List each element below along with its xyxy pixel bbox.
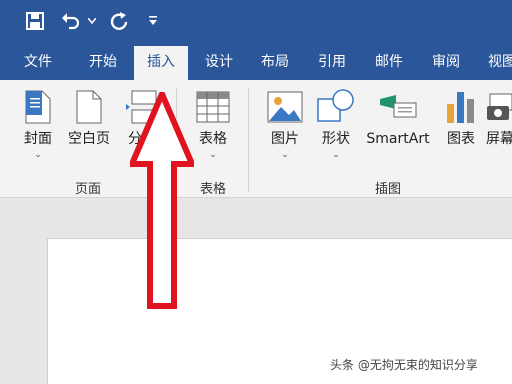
tab-layout[interactable]: 布局	[248, 44, 302, 80]
tab-design[interactable]: 设计	[192, 44, 246, 80]
picture-button[interactable]: 图片 ⌄	[264, 88, 306, 160]
redo-icon[interactable]	[106, 8, 132, 34]
blank-page-icon	[64, 88, 114, 126]
group-label-tables: 表格	[199, 182, 226, 197]
blank-page-button[interactable]: 空白页	[64, 88, 114, 148]
tab-review[interactable]: 审阅	[418, 44, 474, 80]
cover-button[interactable]: 封面 ⌄	[18, 88, 58, 160]
shapes-button[interactable]: 形状 ⌄	[314, 88, 358, 160]
ribbon-tabs: 文件 开始 插入 设计 布局 引用 邮件 审阅 视图	[0, 44, 512, 80]
camera-icon	[486, 88, 512, 126]
shapes-icon	[314, 88, 358, 126]
customize-toolbar-icon[interactable]	[146, 8, 160, 34]
blank-page-label: 空白页	[68, 131, 110, 147]
chevron-down-icon: ⌄	[281, 150, 289, 160]
chart-icon	[442, 88, 480, 126]
chart-label: 图表	[447, 131, 475, 147]
table-label: 表格	[199, 131, 227, 147]
chart-button[interactable]: 图表	[442, 88, 480, 148]
screenshot-label: 屏幕	[486, 131, 512, 147]
ribbon-panel: 封面 ⌄ 空白页 分页 页面 表格 ⌄ 表格 图片 ⌄ 形状	[0, 80, 512, 198]
smartart-icon	[364, 88, 432, 126]
tab-references[interactable]: 引用	[306, 44, 358, 80]
watermark-text: 头条 @无拘无束的知识分享	[330, 358, 478, 372]
cover-label: 封面	[24, 131, 52, 147]
tab-mailings[interactable]: 邮件	[362, 44, 416, 80]
chevron-down-icon: ⌄	[209, 150, 217, 160]
picture-label: 图片	[271, 131, 299, 147]
tab-home[interactable]: 开始	[74, 44, 132, 80]
table-icon	[192, 88, 234, 126]
red-arrow-annotation	[130, 92, 194, 309]
tab-file[interactable]: 文件	[10, 44, 66, 80]
chevron-down-icon: ⌄	[332, 150, 340, 160]
screenshot-button[interactable]: 屏幕	[486, 88, 512, 148]
tab-view[interactable]: 视图	[478, 44, 512, 80]
undo-icon[interactable]	[58, 8, 84, 34]
picture-icon	[264, 88, 306, 126]
group-label-illustrations: 插图	[374, 182, 401, 197]
table-button[interactable]: 表格 ⌄	[192, 88, 234, 160]
group-divider	[248, 88, 249, 192]
smartart-label: SmartArt	[366, 131, 430, 147]
chevron-down-icon: ⌄	[34, 150, 42, 160]
quick-access-toolbar	[0, 0, 512, 44]
cover-page-icon	[18, 88, 58, 126]
tab-insert[interactable]: 插入	[134, 46, 188, 80]
save-icon[interactable]	[22, 8, 48, 34]
smartart-button[interactable]: SmartArt	[364, 88, 432, 148]
shapes-label: 形状	[322, 131, 350, 147]
undo-dropdown-icon[interactable]	[86, 8, 98, 34]
